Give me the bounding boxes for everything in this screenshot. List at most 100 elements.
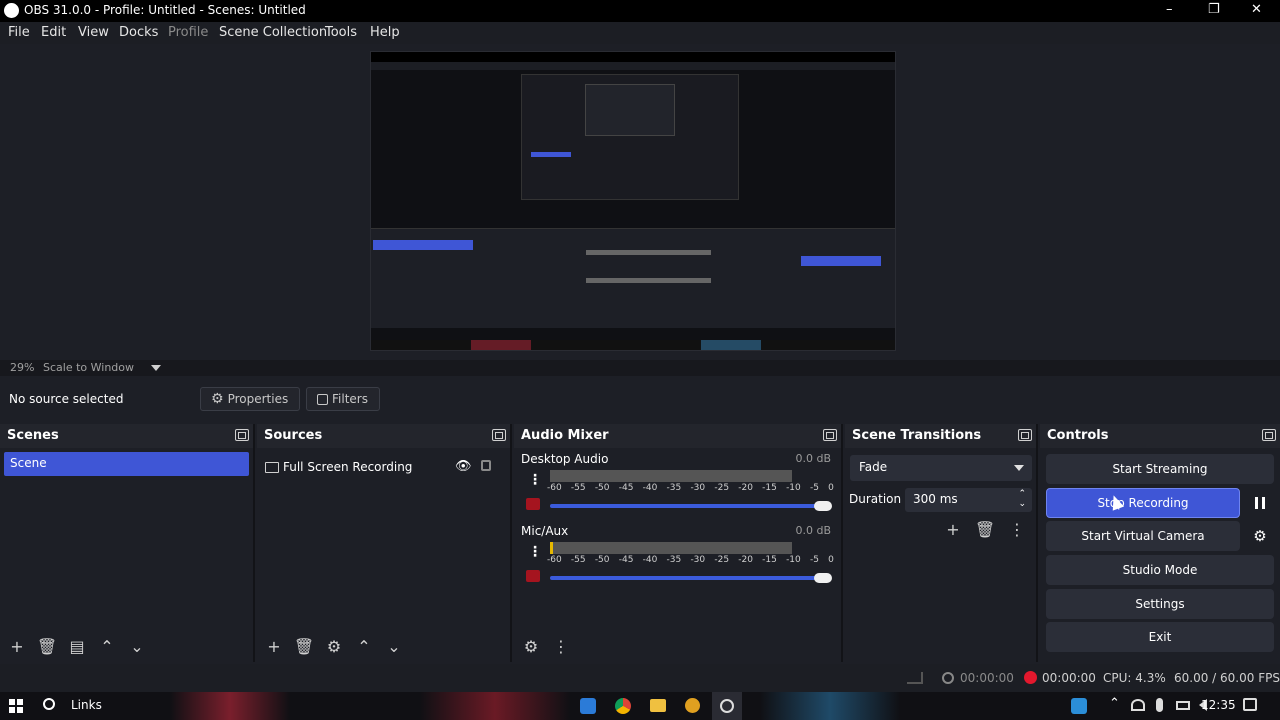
- more-icon[interactable]: ⋮: [1006, 518, 1028, 540]
- pause-recording-button[interactable]: [1246, 488, 1274, 518]
- chevron-down-icon[interactable]: ⌄: [126, 635, 148, 657]
- menu-scene-collection[interactable]: Scene Collection: [219, 25, 327, 40]
- undock-icon[interactable]: [1262, 429, 1276, 441]
- source-toolbar: No source selected: [0, 381, 1280, 419]
- scenes-dock: Scenes Scene + 🗑 ▤ ⌃ ⌄: [0, 424, 255, 662]
- gear-icon[interactable]: ⚙: [323, 635, 345, 657]
- menu-docks[interactable]: Docks: [119, 25, 158, 40]
- menu-help[interactable]: Help: [370, 25, 400, 40]
- volume-slider[interactable]: [550, 504, 830, 508]
- studio-mode-button[interactable]: Studio Mode: [1046, 555, 1274, 585]
- chevron-down-icon[interactable]: [151, 365, 161, 371]
- minimize-button[interactable]: –: [1166, 2, 1173, 17]
- speaker-muted-icon[interactable]: [526, 498, 540, 510]
- volume-meter: [550, 542, 792, 554]
- lock-icon[interactable]: [481, 460, 491, 471]
- microphone-icon[interactable]: [1156, 698, 1163, 712]
- scenes-footer: + 🗑 ▤ ⌃ ⌄: [0, 634, 148, 658]
- exit-button[interactable]: Exit: [1046, 622, 1274, 652]
- search-icon[interactable]: [43, 698, 55, 710]
- search-label[interactable]: Links: [71, 698, 102, 712]
- chevron-down-icon: [1014, 465, 1024, 471]
- menu-bar: File Edit View Docks Profile Scene Colle…: [0, 22, 1280, 44]
- transition-select[interactable]: Fade: [850, 455, 1032, 481]
- start-streaming-label: Start Streaming: [1112, 462, 1208, 476]
- gear-icon: ⚙: [211, 391, 224, 407]
- transition-select-value: Fade: [859, 460, 888, 474]
- volume-slider-handle[interactable]: [814, 501, 832, 511]
- start-streaming-button[interactable]: Start Streaming: [1046, 454, 1274, 484]
- maximize-button[interactable]: ❐: [1208, 2, 1220, 17]
- advanced-audio-gear-icon[interactable]: ⚙: [520, 635, 542, 657]
- nested-taskbar: [371, 340, 895, 350]
- chevron-down-icon[interactable]: ⌄: [383, 635, 405, 657]
- clock[interactable]: 12:35: [1201, 698, 1236, 712]
- notification-icon[interactable]: [1243, 698, 1257, 711]
- add-icon[interactable]: +: [263, 635, 285, 657]
- chevron-up-icon[interactable]: ⌃: [96, 635, 118, 657]
- add-icon[interactable]: +: [942, 518, 964, 540]
- spin-down-icon[interactable]: ⌄: [1018, 499, 1026, 509]
- filters-label: Filters: [332, 392, 368, 406]
- nested-preview-highlight: [531, 152, 571, 157]
- menu-view[interactable]: View: [78, 25, 109, 40]
- nested-meter-2: [586, 278, 711, 283]
- channel-level: 0.0 dB: [795, 452, 831, 465]
- nested-record-highlight: [801, 256, 881, 266]
- app-icon[interactable]: [685, 698, 700, 713]
- filter-icon[interactable]: ▤: [66, 635, 88, 657]
- trash-icon[interactable]: 🗑: [974, 518, 996, 540]
- undock-icon[interactable]: [235, 429, 249, 441]
- virtual-camera-settings-button[interactable]: ⚙: [1246, 521, 1274, 551]
- chevron-up-icon[interactable]: ⌃: [1109, 696, 1120, 711]
- gear-icon: ⚙: [1253, 527, 1267, 545]
- settings-button[interactable]: Settings: [1046, 589, 1274, 619]
- trash-icon[interactable]: 🗑: [293, 635, 315, 657]
- volume-meter: [550, 470, 792, 482]
- transitions-title: Scene Transitions: [852, 428, 982, 443]
- menu-tools[interactable]: Tools: [325, 25, 357, 40]
- spin-up-icon[interactable]: ⌃: [1018, 489, 1026, 499]
- preview-canvas[interactable]: [370, 51, 896, 351]
- eye-icon[interactable]: 👁: [455, 459, 472, 474]
- chrome-icon[interactable]: [615, 698, 631, 714]
- vscode-icon[interactable]: [580, 698, 596, 714]
- menu-edit[interactable]: Edit: [41, 25, 66, 40]
- network-icon[interactable]: [1131, 699, 1145, 711]
- scene-item-label: Scene: [10, 456, 47, 470]
- file-explorer-icon[interactable]: [650, 699, 666, 712]
- mic-muted-icon[interactable]: [526, 570, 540, 582]
- volume-slider-handle[interactable]: [814, 573, 832, 583]
- start-virtual-camera-label: Start Virtual Camera: [1081, 529, 1205, 543]
- filters-button[interactable]: Filters: [306, 387, 380, 411]
- battery-icon[interactable]: [1176, 701, 1190, 710]
- close-button[interactable]: ✕: [1251, 2, 1262, 17]
- stop-recording-button[interactable]: Stop Recording: [1046, 488, 1240, 518]
- trash-icon[interactable]: 🗑: [36, 635, 58, 657]
- volume-slider[interactable]: [550, 576, 830, 580]
- mixer-header: Audio Mixer: [514, 424, 841, 448]
- start-virtual-camera-button[interactable]: Start Virtual Camera: [1046, 521, 1240, 551]
- undock-icon[interactable]: [492, 429, 506, 441]
- duration-spinbox[interactable]: 300 ms ⌃ ⌄: [905, 488, 1032, 512]
- wallpaper-red-accent-2: [420, 692, 570, 720]
- meter-ticks: -60 -55 -50 -45 -40 -35 -30 -25 -20 -15 -10 -5 0: [547, 555, 834, 565]
- widget-icon[interactable]: [1071, 698, 1087, 714]
- more-icon[interactable]: ⋮: [528, 472, 542, 488]
- chevron-up-icon[interactable]: ⌃: [353, 635, 375, 657]
- undock-icon[interactable]: [823, 429, 837, 441]
- source-item[interactable]: Full Screen Recording 👁: [265, 457, 505, 477]
- menu-file[interactable]: File: [8, 25, 30, 40]
- menu-profile[interactable]: Profile: [168, 25, 208, 40]
- scene-item[interactable]: Scene: [4, 452, 249, 476]
- windows-start-icon[interactable]: [9, 699, 23, 713]
- zoom-mode-select[interactable]: Scale to Window: [43, 361, 134, 374]
- properties-button[interactable]: ⚙ Properties: [200, 387, 300, 411]
- scene-transitions-dock: Scene Transitions Fade Duration 300 ms ⌃…: [845, 424, 1038, 662]
- more-icon[interactable]: ⋮: [550, 635, 572, 657]
- add-icon[interactable]: +: [6, 635, 28, 657]
- more-icon[interactable]: ⋮: [528, 544, 542, 560]
- mixer-title: Audio Mixer: [521, 428, 609, 443]
- duration-value: 300 ms: [913, 492, 958, 506]
- undock-icon[interactable]: [1018, 429, 1032, 441]
